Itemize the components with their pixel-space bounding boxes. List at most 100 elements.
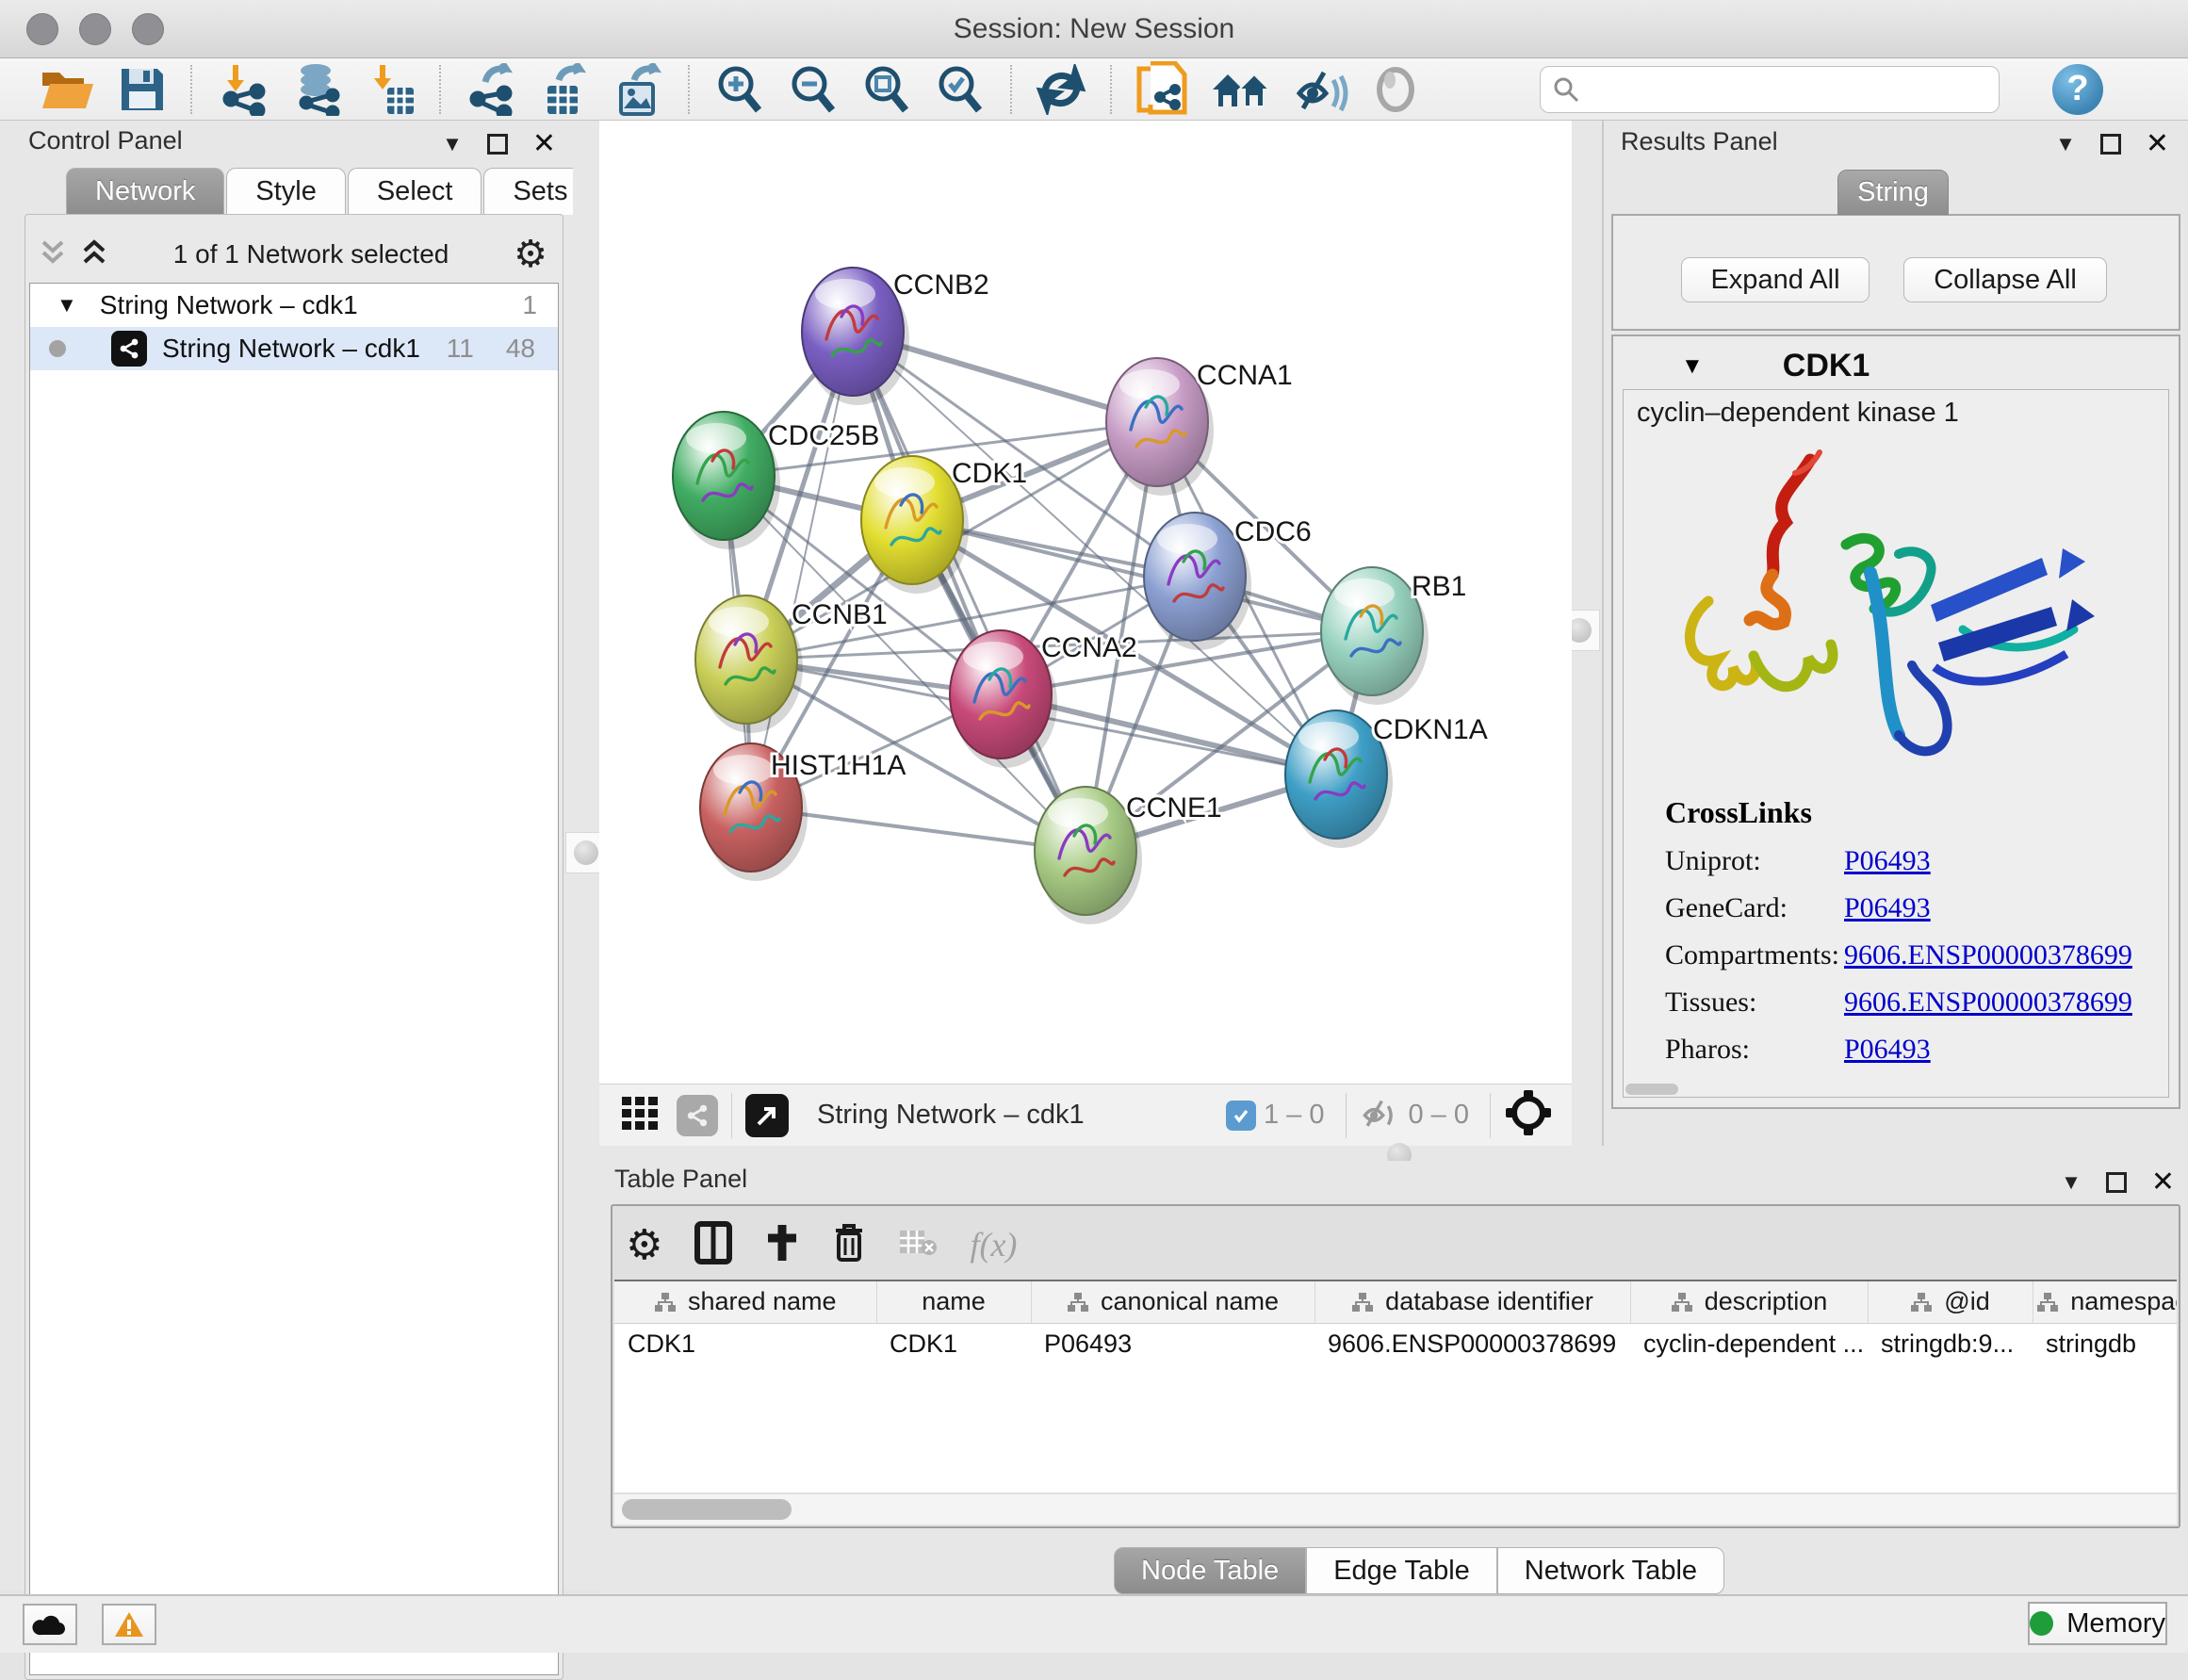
network-share-view-icon[interactable]	[677, 1095, 718, 1136]
collapse-all-networks-icon[interactable]	[39, 237, 67, 273]
node-label-CDK1: CDK1	[952, 458, 1027, 489]
function-builder-icon[interactable]: f(x)	[970, 1225, 1017, 1264]
crosslink-label: Pharos:	[1665, 1034, 1844, 1066]
column-header[interactable]: @id	[1868, 1281, 2033, 1323]
export-network-icon[interactable]	[465, 64, 517, 115]
table-options-gear-icon[interactable]: ⚙	[626, 1221, 662, 1269]
cell-namespace[interactable]: stringdb	[2033, 1323, 2177, 1364]
close-panel-icon[interactable]: ✕	[2151, 1172, 2175, 1193]
crosslink-pharos-link[interactable]: P06493	[1844, 1034, 1931, 1066]
hidden-eye-slash-icon	[1360, 1096, 1401, 1134]
collection-label: String Network – cdk1	[100, 290, 523, 320]
network-options-gear-icon[interactable]: ⚙	[514, 233, 547, 276]
tab-network-table[interactable]: Network Table	[1497, 1547, 1724, 1594]
column-header[interactable]: namespac	[2033, 1281, 2177, 1323]
network-node-count: 11	[447, 334, 474, 364]
show-columns-icon[interactable]	[694, 1221, 732, 1269]
node-label-CCNA1: CCNA1	[1197, 360, 1293, 391]
right-panel-divider[interactable]	[1572, 121, 1602, 1146]
expand-all-networks-icon[interactable]	[80, 237, 108, 273]
table-hscrollbar[interactable]	[614, 1494, 2177, 1525]
cell-id[interactable]: stringdb:9...	[1868, 1323, 2033, 1364]
cloud-button[interactable]	[23, 1604, 77, 1645]
tab-select[interactable]: Select	[348, 168, 482, 215]
hide-glasses-icon[interactable]	[1294, 64, 1350, 115]
entry-collapse-icon[interactable]: ▼	[1681, 353, 1704, 380]
table-row[interactable]: CDK1 CDK1 P06493 9606.ENSP00000378699 cy…	[614, 1323, 2177, 1364]
cell-database-identifier[interactable]: 9606.ENSP00000378699	[1314, 1323, 1630, 1364]
float-panel-icon[interactable]	[487, 134, 508, 155]
tab-style[interactable]: Style	[226, 168, 345, 215]
float-panel-icon[interactable]	[2100, 134, 2121, 155]
import-table-icon[interactable]	[367, 64, 416, 115]
horizontal-panel-divider[interactable]	[599, 1146, 2188, 1161]
home-networks-icon[interactable]	[1209, 64, 1273, 115]
table-hscrollbar-thumb[interactable]	[622, 1499, 792, 1520]
close-panel-icon[interactable]: ✕	[2146, 134, 2169, 155]
cell-canonical-name[interactable]: P06493	[1031, 1323, 1314, 1364]
add-column-icon[interactable]	[764, 1221, 800, 1269]
collection-count: 1	[522, 290, 537, 320]
grid-view-icon[interactable]	[620, 1093, 660, 1137]
crosslink-label: Compartments:	[1665, 939, 1844, 971]
detach-view-icon[interactable]	[745, 1094, 789, 1137]
crosslink-genecard-link[interactable]: P06493	[1844, 892, 1931, 924]
expand-all-button[interactable]: Expand All	[1681, 257, 1870, 302]
save-session-icon[interactable]	[118, 64, 167, 115]
delete-column-icon[interactable]	[832, 1221, 866, 1269]
column-header[interactable]: database identifier	[1314, 1281, 1630, 1323]
control-panel: Control Panel ▼ ✕ Network Style Select S…	[0, 121, 573, 1590]
panel-menu-icon[interactable]: ▼	[442, 132, 463, 156]
close-panel-icon[interactable]: ✕	[532, 134, 556, 155]
entry-description: cyclin–dependent kinase 1	[1637, 398, 1959, 429]
node-label-HIST1H1A: HIST1H1A	[771, 750, 906, 781]
column-header[interactable]: shared name	[614, 1281, 876, 1323]
crosslink-uniprot-link[interactable]: P06493	[1844, 845, 1931, 877]
crosslink-compartments-link[interactable]: 9606.ENSP00000378699	[1844, 939, 2132, 971]
memory-button[interactable]: Memory	[2028, 1602, 2167, 1645]
column-header[interactable]: description	[1630, 1281, 1868, 1323]
column-header[interactable]: name	[876, 1281, 1031, 1323]
tab-string[interactable]: String	[1837, 170, 1949, 215]
cell-description[interactable]: cyclin-dependent ...	[1630, 1323, 1868, 1364]
warnings-button[interactable]	[102, 1604, 156, 1645]
panel-menu-icon[interactable]: ▼	[2055, 132, 2076, 156]
column-header[interactable]: canonical name	[1031, 1281, 1314, 1323]
zoom-selected-icon[interactable]	[934, 64, 987, 115]
panel-menu-icon[interactable]: ▼	[2061, 1170, 2082, 1195]
collapse-all-button[interactable]: Collapse All	[1903, 257, 2107, 302]
cell-shared-name[interactable]: CDK1	[614, 1323, 876, 1364]
selected-checkbox-icon[interactable]	[1226, 1101, 1256, 1131]
clone-network-icon[interactable]	[1135, 64, 1188, 115]
zoom-fit-icon[interactable]	[860, 64, 913, 115]
network-view[interactable]: CCNB2CCNA1CDC25BCDK1CDC6RB1CCNB1CCNA2CDK…	[599, 121, 1572, 1146]
export-image-icon[interactable]	[612, 64, 664, 115]
zoom-out-icon[interactable]	[787, 64, 840, 115]
zoom-in-icon[interactable]	[713, 64, 766, 115]
tab-edge-table[interactable]: Edge Table	[1306, 1547, 1497, 1594]
network-row[interactable]: String Network – cdk1 11 48	[30, 327, 558, 370]
network-row-label: String Network – cdk1	[162, 334, 447, 364]
memory-label: Memory	[2066, 1608, 2165, 1639]
delete-table-icon[interactable]	[898, 1227, 938, 1264]
search-input[interactable]	[1540, 66, 2000, 113]
export-table-icon[interactable]	[538, 64, 591, 115]
float-panel-icon[interactable]	[2106, 1172, 2127, 1193]
import-network-icon[interactable]	[216, 64, 269, 115]
window-title: Session: New Session	[0, 13, 2188, 45]
eye-icon[interactable]	[1371, 64, 1420, 115]
collection-expander-icon[interactable]: ▼	[57, 293, 77, 318]
network-canvas[interactable]: CCNB2CCNA1CDC25BCDK1CDC6RB1CCNB1CCNA2CDK…	[599, 121, 1572, 1084]
left-panel-divider[interactable]	[573, 121, 599, 1590]
import-network-from-database-icon[interactable]	[289, 64, 346, 115]
open-session-icon[interactable]	[39, 64, 97, 115]
birds-eye-view-icon[interactable]	[1504, 1088, 1553, 1142]
entry-hscrollbar[interactable]	[1625, 1084, 1678, 1095]
cell-name[interactable]: CDK1	[876, 1323, 1031, 1364]
tab-network[interactable]: Network	[66, 168, 224, 215]
help-icon[interactable]: ?	[2052, 64, 2103, 115]
crosslink-tissues-link[interactable]: 9606.ENSP00000378699	[1844, 987, 2132, 1019]
tab-node-table[interactable]: Node Table	[1114, 1547, 1306, 1594]
refresh-icon[interactable]	[1036, 64, 1086, 115]
network-collection-row[interactable]: ▼ String Network – cdk1 1	[30, 284, 558, 327]
